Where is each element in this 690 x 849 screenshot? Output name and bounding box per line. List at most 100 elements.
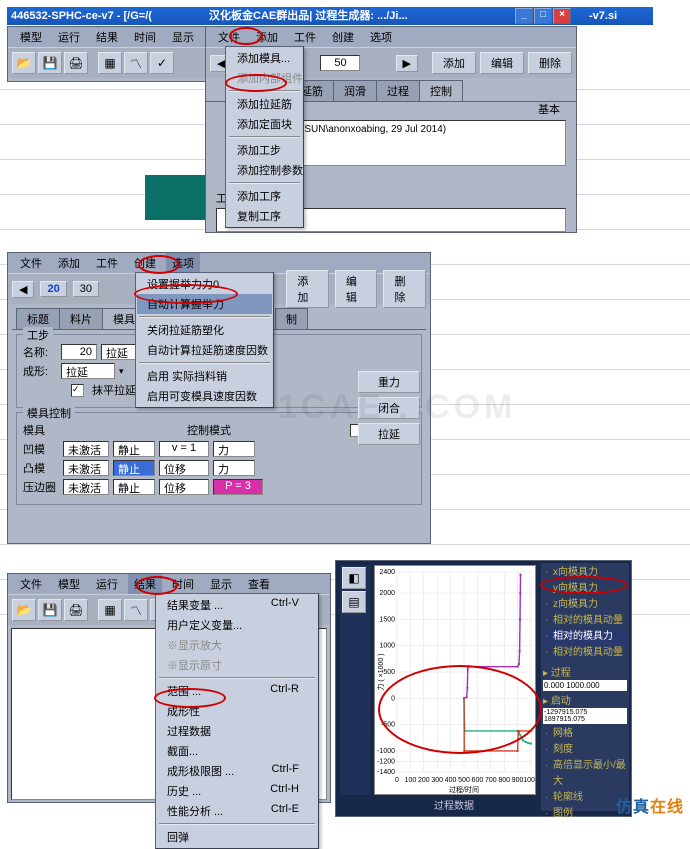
name-num-input[interactable] bbox=[61, 344, 97, 360]
mtab-title[interactable]: 标题 bbox=[16, 308, 60, 329]
side-draw-button[interactable]: 拉延 bbox=[358, 423, 420, 445]
btool-print-icon[interactable]: 🖨 bbox=[64, 599, 88, 621]
tab-guocheng[interactable]: 过程 bbox=[376, 80, 420, 101]
tool-save-icon[interactable]: 💾 bbox=[38, 52, 62, 74]
tool-open-icon[interactable]: 📂 bbox=[12, 52, 36, 74]
menu-model[interactable]: 模型 bbox=[14, 27, 48, 47]
opt-minmax[interactable]: 高倍显示最小/最大 bbox=[543, 758, 627, 790]
opt-grid[interactable]: 网格 bbox=[543, 726, 627, 742]
series-item-1[interactable]: y向模具力 bbox=[543, 581, 627, 597]
rmi-section[interactable]: 截面... bbox=[157, 741, 317, 761]
row-tumu-c[interactable]: 位移 bbox=[159, 460, 209, 476]
mi-close-bead-plastic[interactable]: 关闭拉延筋塑化 bbox=[137, 320, 272, 340]
row-yabian-a[interactable]: 未激活 bbox=[63, 479, 109, 495]
chengxing-select[interactable]: 拉延 bbox=[61, 363, 115, 379]
series-item-0[interactable]: x向模具力 bbox=[543, 565, 627, 581]
bmenu-result[interactable]: 结果 bbox=[128, 574, 162, 594]
btool-wave-icon[interactable]: 〽 bbox=[124, 599, 148, 621]
mi-copy-process[interactable]: 复制工序 bbox=[227, 206, 302, 226]
pgmenu-options[interactable]: 选项 bbox=[364, 27, 398, 47]
mid-delete-button[interactable]: 删除 bbox=[383, 270, 426, 308]
rmi-process-data[interactable]: 过程数据 bbox=[157, 721, 317, 741]
rmi-user-var[interactable]: 用户定义变量... bbox=[157, 615, 317, 635]
btool-box-icon[interactable]: ▦ bbox=[98, 599, 122, 621]
menu-result[interactable]: 结果 bbox=[90, 27, 124, 47]
mi-add-ctrlparam[interactable]: 添加控制参数 bbox=[227, 160, 302, 180]
bmenu-model[interactable]: 模型 bbox=[52, 574, 86, 594]
opt-scale[interactable]: 刻度 bbox=[543, 742, 627, 758]
rmi-perf[interactable]: 性能分析 ...Ctrl-E bbox=[157, 801, 317, 821]
bmenu-run[interactable]: 运行 bbox=[90, 574, 124, 594]
row-yabian-d[interactable]: P = 3 bbox=[213, 479, 263, 495]
mid-num-20[interactable]: 20 bbox=[40, 281, 66, 297]
minimize-button[interactable]: _ bbox=[515, 8, 533, 24]
delete-button[interactable]: 删除 bbox=[528, 52, 572, 74]
mtab-blank[interactable]: 料片 bbox=[59, 308, 103, 329]
row-aomu-c[interactable]: v = 1 bbox=[159, 441, 209, 457]
btool-save-icon[interactable]: 💾 bbox=[38, 599, 62, 621]
series-item-2[interactable]: z向模具力 bbox=[543, 597, 627, 613]
mmenu-options[interactable]: 选项 bbox=[166, 253, 200, 273]
pgmenu-file[interactable]: 文件 bbox=[212, 27, 246, 47]
mi-add-drawbead[interactable]: 添加拉延筋 bbox=[227, 94, 302, 114]
opt-contour[interactable]: 轮廓线 bbox=[543, 790, 627, 806]
tab-runhua[interactable]: 润滑 bbox=[333, 80, 377, 101]
mi-add-step[interactable]: 添加工步 bbox=[227, 140, 302, 160]
bmenu-file[interactable]: 文件 bbox=[14, 574, 48, 594]
opt-legend[interactable]: 图例 bbox=[543, 806, 627, 822]
mi-auto-binder-force[interactable]: 自动计算握举力 bbox=[137, 294, 272, 314]
row-yabian-b[interactable]: 静止 bbox=[113, 479, 155, 495]
row-tumu-a[interactable]: 未激活 bbox=[63, 460, 109, 476]
rmi-result-var[interactable]: 结果变量 ...Ctrl-V bbox=[157, 595, 317, 615]
series-item-sel[interactable]: 相对的模具力 bbox=[543, 629, 627, 645]
mtab-zhi[interactable]: 制 bbox=[275, 308, 308, 329]
menu-time[interactable]: 时间 bbox=[128, 27, 162, 47]
bmenu-time[interactable]: 时间 bbox=[166, 574, 200, 594]
tool-graph-icon[interactable]: ✓ bbox=[150, 52, 174, 74]
mopin-checkbox[interactable] bbox=[71, 384, 84, 397]
mmenu-add[interactable]: 添加 bbox=[52, 253, 86, 273]
pgmenu-add[interactable]: 添加 bbox=[250, 27, 284, 47]
rmi-formability[interactable]: 成形性 bbox=[157, 701, 317, 721]
tab-kongzhi[interactable]: 控制 bbox=[419, 80, 463, 101]
mi-add-process[interactable]: 添加工序 bbox=[227, 186, 302, 206]
spinner-input[interactable] bbox=[320, 55, 360, 71]
mi-set-binder-force[interactable]: 设置握举力力0 bbox=[137, 274, 272, 294]
side-gravity-button[interactable]: 重力 bbox=[358, 371, 420, 393]
rmi-springback[interactable]: 回弹 bbox=[157, 827, 317, 847]
add-button[interactable]: 添加 bbox=[432, 52, 476, 74]
rmi-fld[interactable]: 成形极限图 ...Ctrl-F bbox=[157, 761, 317, 781]
row-tumu-d[interactable]: 力 bbox=[213, 460, 255, 476]
tool-chart-icon[interactable]: 〽 bbox=[124, 52, 148, 74]
series-item-3[interactable]: 相对的模具动量 bbox=[543, 613, 627, 629]
rmi-range[interactable]: 范围 ...Ctrl-R bbox=[157, 681, 317, 701]
tool-print-icon[interactable]: 🖨 bbox=[64, 52, 88, 74]
mid-add-button[interactable]: 添加 bbox=[286, 270, 329, 308]
chart-tool2-icon[interactable]: ▤ bbox=[342, 591, 366, 613]
row-yabian-c[interactable]: 位移 bbox=[159, 479, 209, 495]
menu-run[interactable]: 运行 bbox=[52, 27, 86, 47]
mid-edit-button[interactable]: 编辑 bbox=[335, 270, 378, 308]
series-item-4[interactable]: 相对的模具动量 bbox=[543, 645, 627, 661]
pgmenu-work[interactable]: 工件 bbox=[288, 27, 322, 47]
bmenu-view[interactable]: 查看 bbox=[242, 574, 276, 594]
mmenu-work[interactable]: 工件 bbox=[90, 253, 124, 273]
close-button[interactable]: × bbox=[553, 8, 571, 24]
row-tumu-b[interactable]: 静止 bbox=[113, 460, 155, 476]
menu-display[interactable]: 显示 bbox=[166, 27, 200, 47]
bmenu-display[interactable]: 显示 bbox=[204, 574, 238, 594]
side-close-button[interactable]: 闭合 bbox=[358, 397, 420, 419]
row-aomu-a[interactable]: 未激活 bbox=[63, 441, 109, 457]
row-aomu-b[interactable]: 静止 bbox=[113, 441, 155, 457]
edit-button[interactable]: 编辑 bbox=[480, 52, 524, 74]
maximize-button[interactable]: □ bbox=[534, 8, 552, 24]
mid-num-30[interactable]: 30 bbox=[73, 281, 99, 297]
row-aomu-d[interactable]: 力 bbox=[213, 441, 255, 457]
mid-prev-button[interactable]: ◀ bbox=[12, 281, 34, 298]
mi-enable-stopper[interactable]: 启用 实际挡料销 bbox=[137, 366, 272, 386]
btool-open-icon[interactable]: 📂 bbox=[12, 599, 36, 621]
mi-add-mold[interactable]: 添加模具... bbox=[227, 48, 302, 68]
chart-tool1-icon[interactable]: ◧ bbox=[342, 567, 366, 589]
mi-enable-varspeed[interactable]: 启用可变模具速度因数 bbox=[137, 386, 272, 406]
pgmenu-create[interactable]: 创建 bbox=[326, 27, 360, 47]
